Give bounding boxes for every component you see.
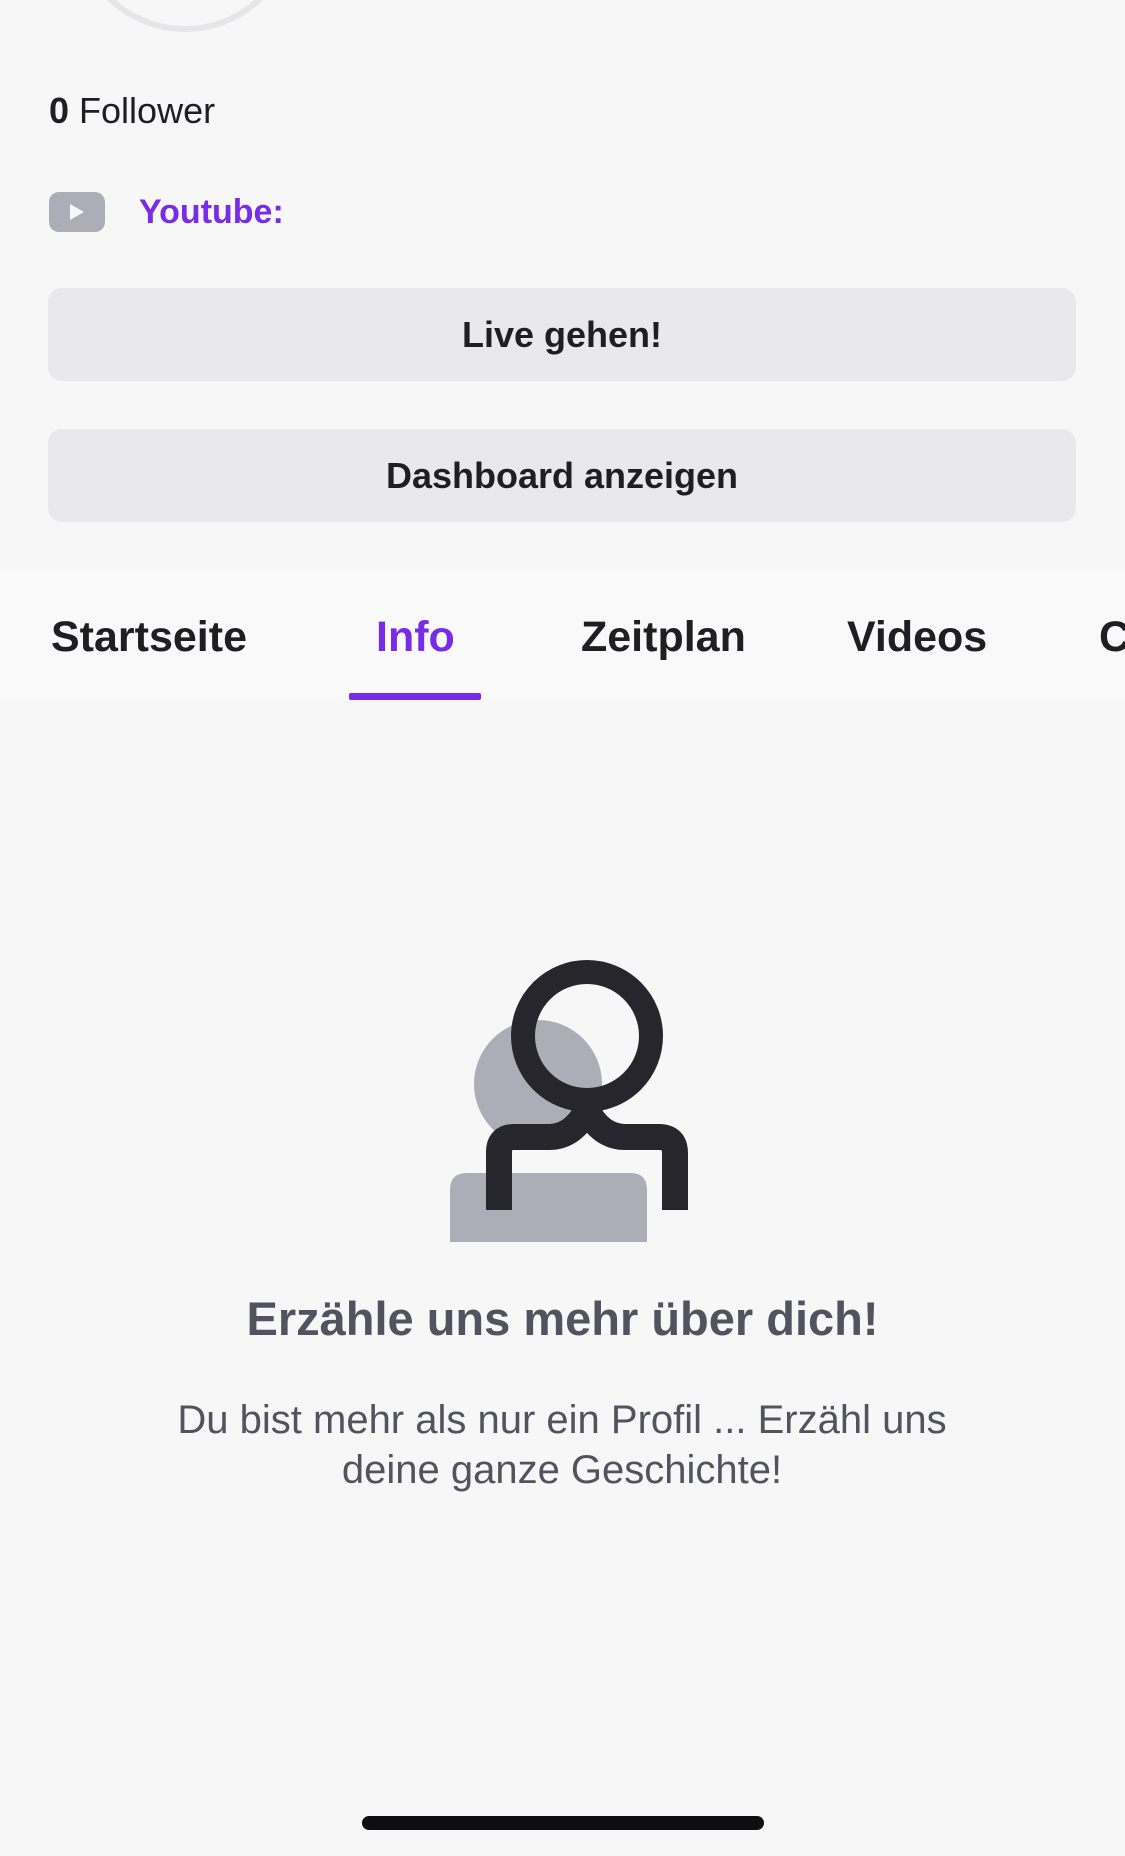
person-placeholder-icon [450, 960, 688, 1242]
tab-clips[interactable]: C [1099, 612, 1125, 662]
tab-startseite[interactable]: Startseite [51, 612, 247, 662]
empty-state-description: Du bist mehr als nur ein Profil ... Erzä… [112, 1395, 1012, 1495]
tab-zeitplan[interactable]: Zeitplan [581, 612, 746, 662]
empty-state-description-line-2: deine ganze Geschichte! [341, 1448, 783, 1492]
follower-count: 0 Follower [49, 88, 215, 134]
profile-tabs: Startseite Info Zeitplan Videos C [0, 570, 1125, 700]
home-indicator[interactable] [362, 1816, 764, 1830]
tab-videos[interactable]: Videos [847, 612, 987, 662]
empty-state-description-line-1: Du bist mehr als nur ein Profil ... Erzä… [177, 1398, 947, 1442]
follower-count-number: 0 [49, 90, 70, 131]
empty-state-title: Erzähle uns mehr über dich! [246, 1292, 879, 1345]
active-tab-indicator [349, 693, 481, 700]
follower-count-label: Follower [79, 90, 216, 131]
tab-info[interactable]: Info [376, 612, 455, 662]
youtube-label: Youtube: [139, 192, 284, 231]
youtube-link[interactable]: Youtube: [49, 190, 284, 234]
show-dashboard-button[interactable]: Dashboard anzeigen [48, 429, 1076, 522]
youtube-play-icon [49, 192, 105, 232]
avatar[interactable] [74, 0, 296, 32]
go-live-button[interactable]: Live gehen! [48, 288, 1076, 381]
